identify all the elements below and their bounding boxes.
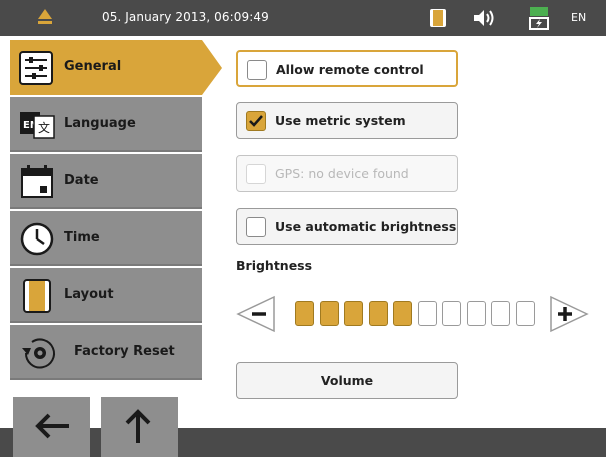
brightness-increase-button[interactable] (549, 295, 589, 333)
language-icon: EN 文 (20, 112, 55, 139)
option-label: Use metric system (275, 113, 406, 128)
sidebar-item-date[interactable]: Date (10, 154, 202, 209)
speaker-icon[interactable] (471, 6, 497, 30)
brightness-segment[interactable] (319, 301, 339, 326)
logo-icon (38, 9, 52, 24)
volume-button[interactable]: Volume (236, 362, 458, 399)
calendar-icon (21, 165, 53, 198)
sidebar-item-label: Date (64, 173, 99, 188)
sliders-icon (19, 51, 53, 85)
brightness-title: Brightness (236, 258, 313, 273)
brightness-control (236, 291, 596, 336)
brightness-segment[interactable] (417, 301, 437, 326)
clock-icon (20, 222, 54, 256)
up-button[interactable] (101, 397, 178, 457)
use-automatic-brightness-option[interactable]: Use automatic brightness (236, 208, 458, 245)
sidebar-item-label: Time (64, 230, 100, 245)
brightness-segment[interactable] (466, 301, 486, 326)
gps-checkbox (246, 164, 266, 184)
layout-icon (23, 279, 51, 313)
sidebar-item-language[interactable]: EN 文 Language (10, 97, 202, 152)
status-bar: 05. January 2013, 06:09:49 EN (0, 0, 606, 36)
svg-text:文: 文 (38, 120, 50, 135)
option-label: GPS: no device found (275, 166, 409, 181)
battery-charging-icon (529, 7, 549, 30)
option-label: Allow remote control (276, 62, 424, 77)
sidebar-item-factory-reset[interactable]: Factory Reset (10, 325, 202, 380)
sidebar-item-layout[interactable]: Layout (10, 268, 202, 323)
option-label: Use automatic brightness (275, 219, 457, 234)
gps-option: GPS: no device found (236, 155, 458, 192)
sidebar-item-label: Layout (64, 287, 114, 302)
use-automatic-brightness-checkbox[interactable] (246, 217, 266, 237)
sidebar-item-label: Factory Reset (74, 344, 175, 359)
brightness-segment[interactable] (393, 301, 412, 326)
arrow-left-icon (35, 413, 69, 439)
brightness-segment[interactable] (295, 301, 314, 326)
language-indicator[interactable]: EN (571, 11, 586, 24)
sidebar-item-label: General (64, 59, 122, 74)
datetime-display: 05. January 2013, 06:09:49 (102, 10, 269, 24)
sidebar-item-label: Language (64, 116, 136, 131)
factory-reset-icon (22, 338, 55, 369)
bottom-bar (0, 428, 606, 457)
allow-remote-control-checkbox[interactable] (247, 60, 267, 80)
checkmark-icon (249, 115, 263, 127)
brightness-decrease-button[interactable] (236, 295, 276, 333)
sidebar: General EN 文 Language Date Time Layout F… (0, 36, 230, 396)
arrow-up-icon (125, 409, 151, 443)
brightness-segment[interactable] (515, 301, 535, 326)
layout-icon (430, 9, 446, 27)
allow-remote-control-option[interactable]: Allow remote control (236, 50, 458, 87)
brightness-segment[interactable] (368, 301, 388, 326)
use-metric-system-option[interactable]: Use metric system (236, 102, 458, 139)
sidebar-item-time[interactable]: Time (10, 211, 202, 266)
sidebar-item-general[interactable]: General (10, 40, 222, 95)
brightness-segment[interactable] (344, 301, 363, 326)
brightness-segment[interactable] (491, 301, 510, 326)
brightness-segment[interactable] (442, 301, 461, 326)
settings-panel: Allow remote control Use metric system G… (226, 36, 606, 428)
use-metric-system-checkbox[interactable] (246, 111, 266, 131)
back-button[interactable] (13, 397, 90, 457)
